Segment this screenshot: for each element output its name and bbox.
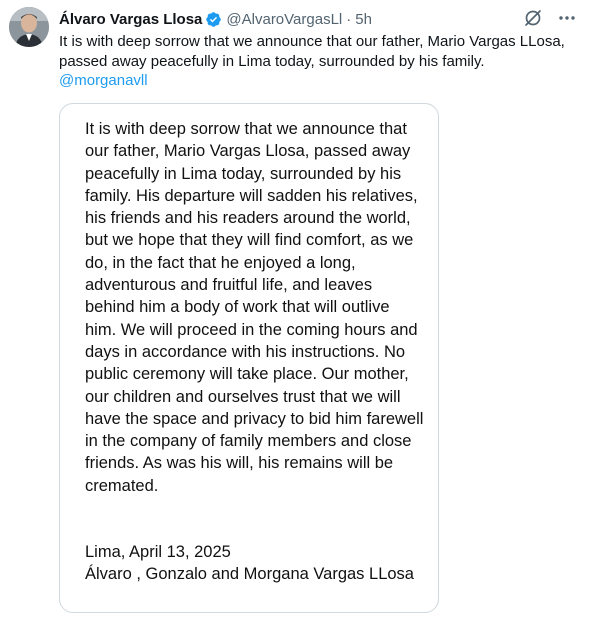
- more-icon[interactable]: [557, 8, 577, 28]
- verified-badge-icon: [205, 11, 222, 28]
- tweet-body: It is with deep sorrow that we announce …: [59, 33, 565, 70]
- tweet: Álvaro Vargas Llosa @AlvaroVargasLl · 5h: [0, 0, 591, 621]
- statement-text: It is with deep sorrow that we announce …: [85, 120, 424, 495]
- header-separator: ·: [346, 10, 352, 28]
- tweet-text: It is with deep sorrow that we announce …: [59, 32, 574, 91]
- statement-place-date: Lima, April 13, 2025: [85, 543, 231, 561]
- statement-signatories: Álvaro , Gonzalo and Morgana Vargas LLos…: [85, 565, 414, 584]
- statement-signature-block: Lima, April 13, 2025 Álvaro , Gonzalo an…: [85, 541, 425, 586]
- tweet-actions: [523, 8, 577, 28]
- tweet-header: Álvaro Vargas Llosa @AlvaroVargasLl · 5h: [59, 8, 372, 30]
- avatar[interactable]: [9, 7, 49, 47]
- timestamp[interactable]: 5h: [355, 11, 372, 28]
- grok-icon[interactable]: [523, 8, 543, 28]
- mention-link[interactable]: @morganavll: [59, 71, 574, 91]
- author-name[interactable]: Álvaro Vargas Llosa: [59, 11, 202, 28]
- author-handle[interactable]: @AlvaroVargasLl: [226, 11, 342, 28]
- attached-image[interactable]: It is with deep sorrow that we announce …: [59, 103, 439, 613]
